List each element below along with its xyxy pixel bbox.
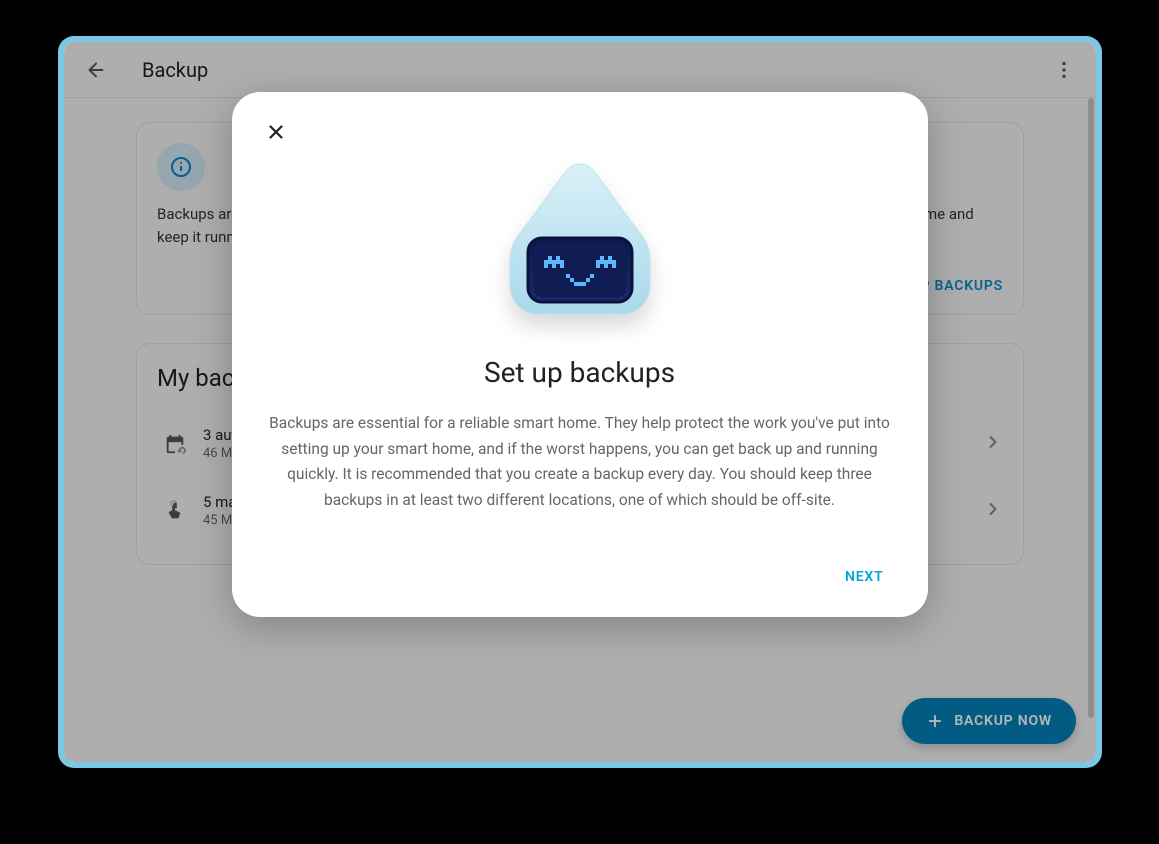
- close-icon: [265, 121, 287, 143]
- next-button[interactable]: NEXT: [833, 561, 895, 593]
- house-robot-icon: [500, 156, 660, 326]
- close-button[interactable]: [256, 112, 296, 152]
- dialog-body-text: Backups are essential for a reliable sma…: [264, 411, 896, 513]
- dialog-title: Set up backups: [264, 356, 896, 389]
- setup-backups-dialog: Set up backups Backups are essential for…: [232, 92, 928, 617]
- dialog-illustration: [264, 156, 896, 326]
